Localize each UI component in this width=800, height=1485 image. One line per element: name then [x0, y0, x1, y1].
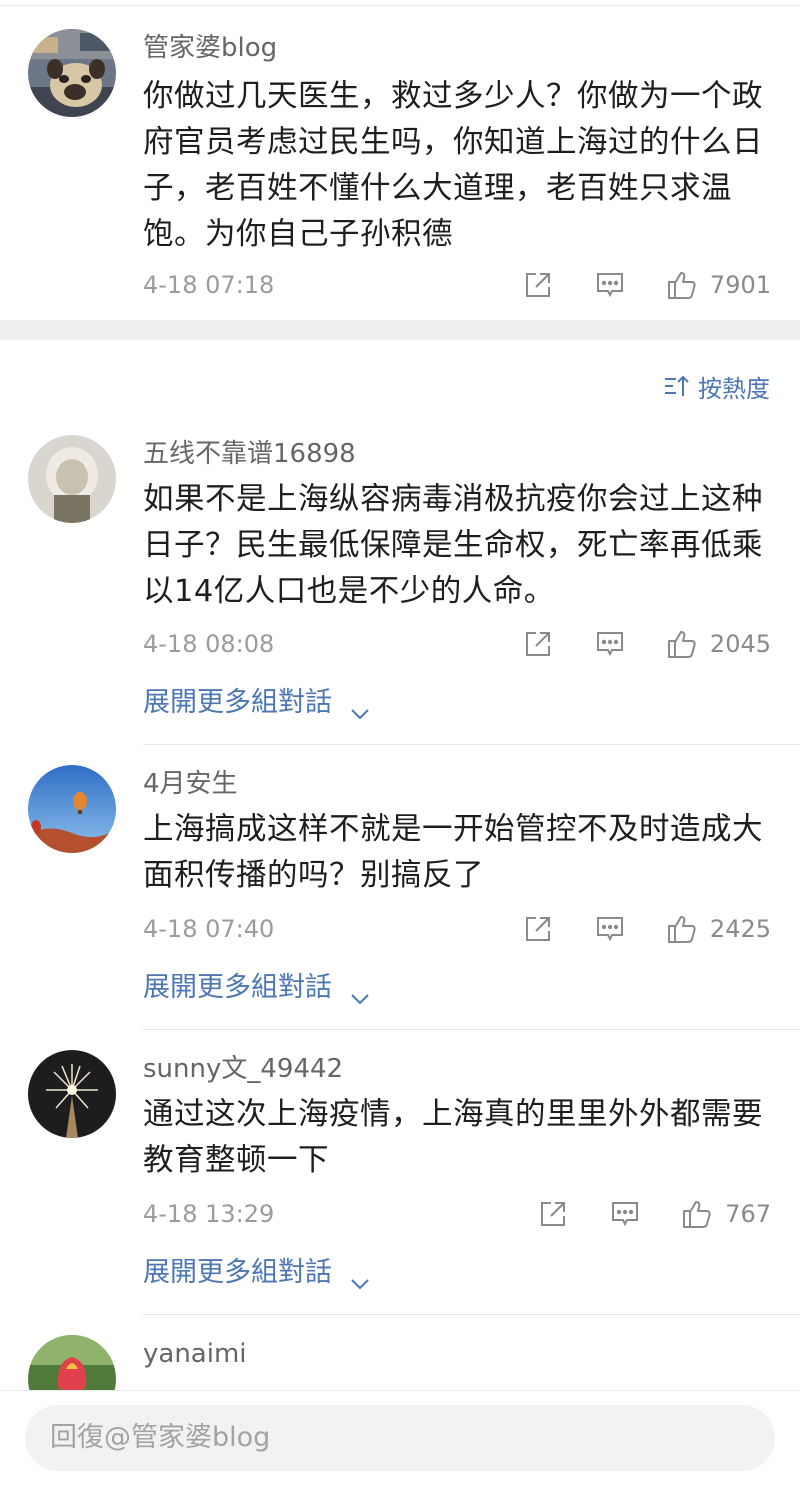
comment-meta: 4-18 07:18 7901 — [143, 268, 771, 302]
chevron-down-icon — [349, 696, 371, 719]
comment-line: 子，老百姓不懂什么大道理，老百姓只求温 — [143, 171, 732, 206]
comment-author[interactable]: sunny文_49442 — [143, 1052, 343, 1086]
comment-line: 通过这次上海疫情，上海真的里里外外都需要 — [143, 1097, 763, 1132]
comment-author[interactable]: yanaimi — [143, 1337, 247, 1371]
comment-actions: 2425 — [522, 912, 771, 946]
comment-text: 通过这次上海疫情，上海真的里里外外都需要 教育整顿一下 — [143, 1092, 763, 1184]
like-icon[interactable] — [666, 628, 698, 660]
comment-icon[interactable] — [609, 1198, 641, 1230]
like-count: 2425 — [709, 915, 771, 943]
expand-label: 展開更多組對話 — [143, 972, 332, 1003]
chevron-down-icon — [349, 1266, 371, 1289]
comment-line: 以14亿人口也是不少的人命。 — [143, 574, 555, 609]
like-count: 767 — [725, 1200, 771, 1228]
reply-divider — [143, 1314, 800, 1315]
sort-hot-button[interactable]: 按熱度 — [662, 369, 770, 403]
expand-conversation-link[interactable]: 展開更多組對話 — [143, 685, 371, 721]
reply-input[interactable]: 回復@管家婆blog — [25, 1405, 775, 1471]
comment-time: 4-18 07:18 — [143, 271, 275, 299]
comment-author[interactable]: 4月安生 — [143, 767, 238, 801]
expand-conversation-link[interactable]: 展開更多組對話 — [143, 970, 371, 1006]
sort-hot-icon — [662, 372, 690, 400]
comment-actions: 2045 — [522, 627, 771, 661]
chevron-down-icon — [349, 981, 371, 1004]
expand-label: 展開更多組對話 — [143, 687, 332, 718]
comment-text: 如果不是上海纵容病毒消极抗疫你会过上这种 日子？民生最低保障是生命权，死亡率再低… — [143, 477, 763, 615]
comment-icon[interactable] — [594, 269, 626, 301]
like-icon[interactable] — [666, 269, 698, 301]
share-icon[interactable] — [522, 269, 554, 301]
comment-icon[interactable] — [594, 913, 626, 945]
reply-bar: 回復@管家婆blog — [0, 1390, 800, 1485]
expand-label: 展開更多組對話 — [143, 1257, 332, 1288]
reply-divider — [143, 1029, 800, 1030]
sort-label: 按熱度 — [698, 374, 770, 403]
comment-line: 日子？民生最低保障是生命权，死亡率再低乘 — [143, 528, 763, 563]
cartoon-avatar[interactable] — [28, 435, 116, 523]
share-icon[interactable] — [522, 913, 554, 945]
comment-text: 上海搞成这样不就是一开始管控不及时造成大 面积传播的吗？别搞反了 — [143, 807, 763, 899]
like-icon[interactable] — [681, 1198, 713, 1230]
comment-meta: 4-18 08:08 2045 — [143, 627, 771, 661]
hot-air-balloon-avatar[interactable] — [28, 765, 116, 853]
like-count: 7901 — [709, 271, 771, 299]
comment-line: 如果不是上海纵容病毒消极抗疫你会过上这种 — [143, 482, 763, 517]
fireworks-avatar[interactable] — [28, 1050, 116, 1138]
comment-line: 上海搞成这样不就是一开始管控不及时造成大 — [143, 812, 763, 847]
pug-dog-avatar[interactable] — [28, 29, 116, 117]
section-separator — [0, 320, 800, 340]
like-icon[interactable] — [666, 913, 698, 945]
comment-line: 饱。为你自己子孙积德 — [143, 217, 453, 252]
comment-author[interactable]: 五线不靠谱16898 — [143, 437, 356, 471]
comment-time: 4-18 13:29 — [143, 1200, 275, 1228]
comment-author[interactable]: 管家婆blog — [143, 31, 277, 65]
top-divider — [0, 0, 800, 6]
comment-icon[interactable] — [594, 628, 626, 660]
comments-screen: 管家婆blog 你做过几天医生，救过多少人？你做为一个政 府官员考虑过民生吗，你… — [0, 0, 800, 1485]
comment-time: 4-18 07:40 — [143, 915, 275, 943]
expand-conversation-link[interactable]: 展開更多組對話 — [143, 1255, 371, 1291]
comment-meta: 4-18 07:40 2425 — [143, 912, 771, 946]
reply-divider — [143, 744, 800, 745]
like-count: 2045 — [709, 630, 771, 658]
share-icon[interactable] — [522, 628, 554, 660]
comment-line: 你做过几天医生，救过多少人？你做为一个政 — [143, 79, 763, 114]
comment-line: 教育整顿一下 — [143, 1143, 329, 1178]
comment-line: 面积传播的吗？别搞反了 — [143, 858, 484, 893]
comment-actions: 767 — [537, 1197, 771, 1231]
comment-line: 府官员考虑过民生吗，你知道上海过的什么日 — [143, 125, 763, 160]
comment-time: 4-18 08:08 — [143, 630, 275, 658]
comment-actions: 7901 — [522, 268, 771, 302]
comment-meta: 4-18 13:29 767 — [143, 1197, 771, 1231]
comment-text: 你做过几天医生，救过多少人？你做为一个政 府官员考虑过民生吗，你知道上海过的什么… — [143, 74, 763, 258]
share-icon[interactable] — [537, 1198, 569, 1230]
